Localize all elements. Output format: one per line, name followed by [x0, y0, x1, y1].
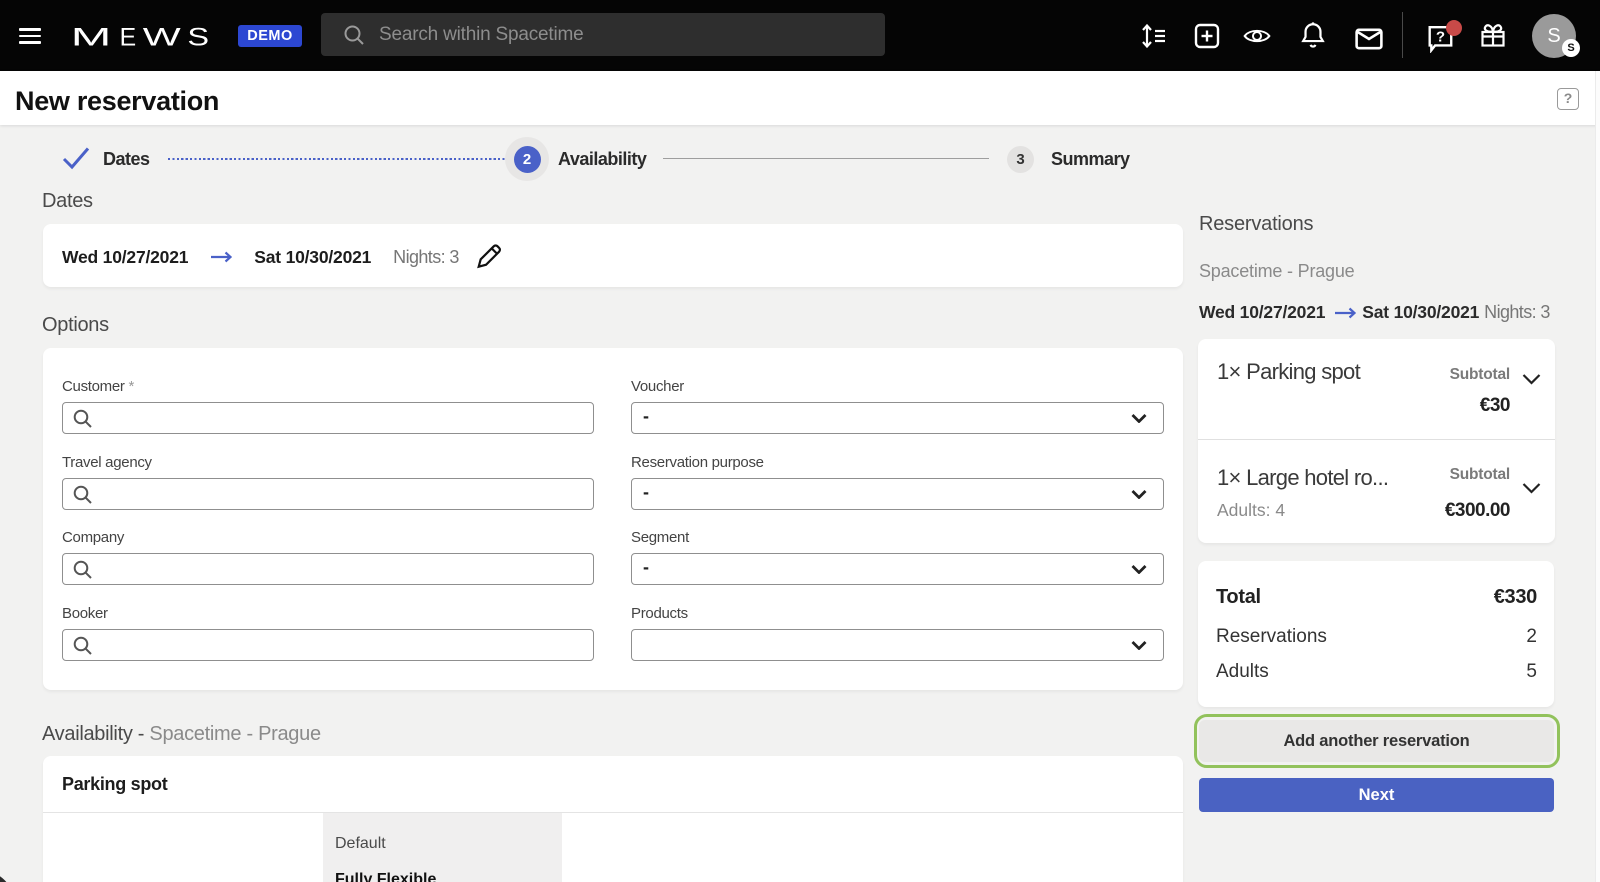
- svg-text:E: E: [120, 23, 137, 51]
- svg-text:S: S: [187, 24, 209, 52]
- svg-text:W: W: [143, 24, 181, 52]
- svg-text:?: ?: [1436, 29, 1445, 46]
- svg-text:M: M: [71, 24, 112, 52]
